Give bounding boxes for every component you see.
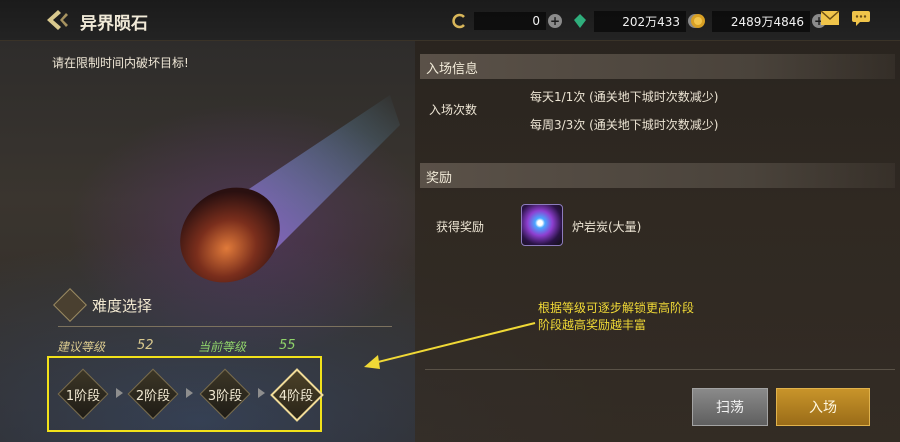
stage-label: 1阶段	[65, 389, 101, 404]
stage-label: 2阶段	[135, 389, 171, 404]
recommended-level-label: 建议等级	[57, 340, 106, 354]
gold-value: 2489万4846	[712, 10, 810, 32]
add-coin-button[interactable]: +	[548, 14, 562, 28]
stage-4-button[interactable]: 4阶段	[270, 368, 324, 422]
enter-button[interactable]: 入场	[776, 388, 870, 426]
reward-header: 奖励	[420, 163, 895, 188]
stage-2-button[interactable]: 2阶段	[127, 368, 179, 420]
gold-icon	[691, 14, 705, 28]
reward-label: 获得奖励	[436, 220, 485, 234]
entry-info-header: 入场信息	[420, 54, 895, 79]
resource-crystal: 202万433 +	[572, 10, 702, 32]
top-bar: 异界陨石 0 + 202万433 + 2489万4846 +	[0, 0, 900, 41]
current-level-value: 55	[279, 338, 296, 353]
reward-title: 奖励	[426, 171, 453, 186]
stage-3-button[interactable]: 3阶段	[199, 368, 251, 420]
mail-icon[interactable]	[820, 10, 840, 26]
meteor-illustration	[180, 95, 400, 283]
divider	[58, 326, 392, 327]
stage-label: 3阶段	[207, 389, 243, 404]
difficulty-title: 难度选择	[92, 297, 153, 315]
chat-icon[interactable]	[851, 10, 871, 26]
lava-coal-icon[interactable]	[521, 204, 563, 246]
recommended-level-value: 52	[137, 338, 154, 353]
resource-gold: 2489万4846 +	[690, 10, 826, 32]
crystal-icon	[574, 14, 586, 28]
arrow-right-icon	[116, 388, 123, 398]
entry-info-title: 入场信息	[426, 62, 479, 77]
arrow-right-icon	[258, 388, 265, 398]
crystal-value: 202万433	[594, 10, 686, 32]
stage-label: 4阶段	[278, 389, 314, 404]
resource-coin: 0 +	[452, 11, 562, 31]
divider	[425, 369, 895, 370]
entry-count-label: 入场次数	[429, 103, 478, 117]
objective-text: 请在限制时间内破坏目标!	[52, 56, 189, 70]
annotation-arrow-icon	[364, 322, 536, 369]
entry-daily-text: 每天1/1次 (通关地下城时次数减少)	[530, 90, 719, 104]
stage-1-button[interactable]: 1阶段	[57, 368, 109, 420]
coin-c-icon	[452, 13, 465, 29]
sweep-button[interactable]: 扫荡	[692, 388, 768, 426]
reward-item-name: 炉岩炭(大量)	[572, 220, 642, 234]
current-level-label: 当前等级	[198, 340, 247, 354]
entry-weekly-text: 每周3/3次 (通关地下城时次数减少)	[530, 118, 719, 132]
annotation-line-1: 根据等级可逐步解锁更高阶段	[538, 301, 695, 315]
back-arrow-icon[interactable]	[44, 8, 72, 32]
arrow-right-icon	[186, 388, 193, 398]
annotation-line-2: 阶段越高奖励越丰富	[538, 318, 647, 332]
coin-value: 0	[474, 12, 546, 30]
page-title: 异界陨石	[80, 14, 148, 34]
